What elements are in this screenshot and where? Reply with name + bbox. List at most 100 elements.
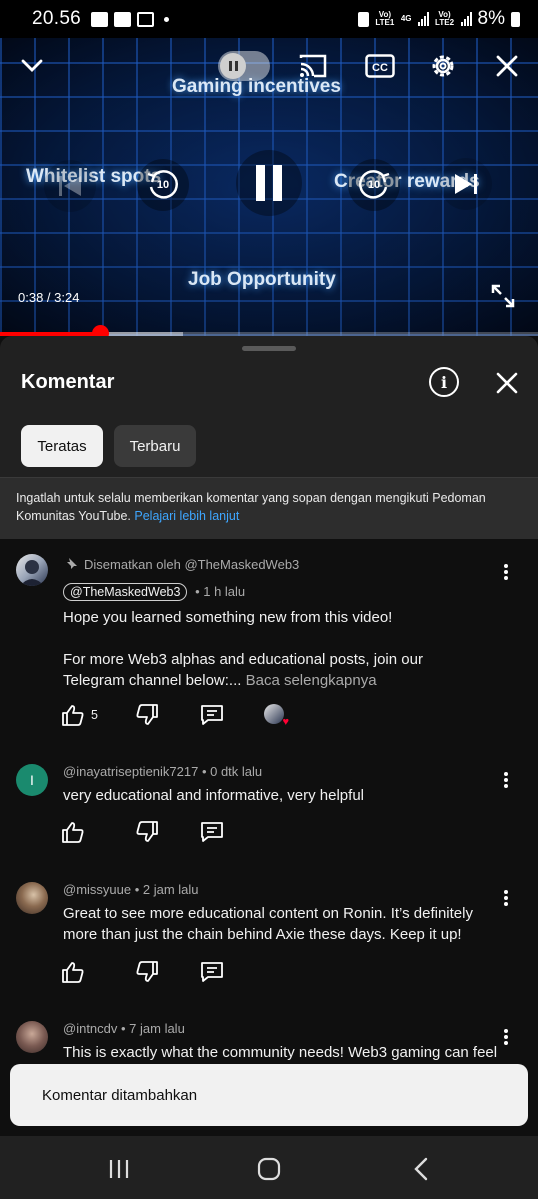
comment-menu-button[interactable]	[498, 770, 514, 790]
seek-forward-button[interactable]: 10	[348, 159, 400, 211]
youtube-icon	[114, 11, 132, 27]
comment-meta: @intncdv • 7 jam lalu	[63, 1021, 185, 1036]
reply-icon	[201, 962, 223, 982]
fullscreen-icon	[491, 284, 515, 308]
next-button[interactable]	[440, 158, 492, 210]
like-button[interactable]: 5	[61, 704, 98, 726]
data-saver-icon	[357, 11, 369, 27]
avatar[interactable]	[16, 1021, 48, 1053]
back-button[interactable]	[406, 1154, 436, 1184]
reply-icon	[201, 822, 223, 842]
thumbs-up-icon	[62, 962, 84, 983]
tab-newest[interactable]: Terbaru	[114, 425, 196, 467]
fullscreen-button[interactable]	[489, 282, 517, 310]
pin-icon	[67, 558, 77, 569]
closed-captions-icon: CC	[365, 54, 395, 78]
comment-menu-button[interactable]	[498, 1027, 514, 1047]
community-guidelines-notice: Ingatlah untuk selalu memberikan komenta…	[0, 478, 538, 539]
drag-handle[interactable]	[242, 346, 296, 351]
video-player[interactable]: Gaming incentives Whitelist spots Creato…	[0, 38, 538, 336]
sim1-label: Vo) LTE1	[375, 10, 395, 27]
settings-button[interactable]	[428, 51, 458, 81]
recent-apps-button[interactable]	[104, 1154, 134, 1184]
pause-toggle-icon	[220, 53, 246, 79]
like-button[interactable]	[61, 961, 85, 983]
minimize-button[interactable]	[18, 52, 46, 80]
capcut-icon	[137, 11, 155, 27]
home-icon	[257, 1157, 281, 1181]
cast-button[interactable]	[296, 50, 330, 82]
comment-text-line: Hope you learned something new from this…	[63, 609, 393, 626]
comment-text-line: For more Web3 alphas and educational pos…	[63, 649, 483, 691]
learn-more-link[interactable]: Pelajari lebih lanjut	[134, 509, 239, 523]
close-player-button[interactable]	[494, 53, 520, 79]
comment-text: This is exactly what the community needs…	[63, 1044, 498, 1061]
tab-top-comments[interactable]: Teratas	[21, 425, 103, 467]
creator-heart-badge: ♥	[264, 704, 289, 728]
comments-list: Disematkan oleh @TheMaskedWeb3 @TheMaske…	[0, 539, 538, 1144]
comment-item: I @inayatriseptienik7217 • 0 dtk lalu ve…	[0, 754, 538, 864]
autoplay-toggle[interactable]	[218, 51, 270, 81]
comment-menu-button[interactable]	[498, 888, 514, 908]
play-pause-button[interactable]	[236, 150, 302, 216]
pause-icon	[256, 165, 282, 201]
cast-icon	[299, 54, 327, 78]
status-time: 20.56	[32, 8, 82, 29]
more-notifications-icon	[164, 16, 170, 22]
sheet-title: Komentar	[21, 371, 115, 393]
signal-icon	[417, 12, 429, 26]
avatar[interactable]	[16, 554, 48, 586]
seek-forward-seconds: 10	[367, 179, 381, 191]
seek-back-seconds: 10	[156, 179, 170, 191]
thumbs-up-icon	[62, 705, 84, 726]
gallery-icon	[91, 11, 109, 27]
like-count: 5	[91, 708, 98, 722]
comment-text: Great to see more educational content on…	[63, 905, 473, 943]
close-icon	[496, 372, 518, 394]
battery-percent: 8%	[477, 8, 505, 29]
close-sheet-button[interactable]	[495, 371, 519, 395]
comment-meta: @inayatriseptienik7217 • 0 dtk lalu	[63, 764, 263, 779]
avatar[interactable]	[16, 882, 48, 914]
video-label-bottom: Job Opportunity	[188, 269, 336, 290]
thumbs-up-icon	[62, 822, 84, 843]
chevron-down-icon	[21, 59, 43, 72]
reply-button[interactable]	[200, 704, 224, 726]
pinned-label: Disematkan oleh @TheMaskedWeb3	[84, 557, 300, 572]
dislike-button[interactable]	[135, 821, 159, 843]
skip-previous-icon	[59, 176, 81, 196]
toast-text: Komentar ditambahkan	[42, 1086, 198, 1104]
comment-meta: @missyuue • 2 jam lalu	[63, 882, 199, 897]
author-handle[interactable]: @TheMaskedWeb3	[63, 583, 188, 601]
thumbs-down-icon	[136, 821, 158, 842]
read-more-link[interactable]: Baca selengkapnya	[246, 672, 377, 689]
reply-icon	[201, 705, 223, 725]
comment-time: • 1 h lalu	[195, 584, 246, 599]
seek-back-button[interactable]: 10	[137, 159, 189, 211]
thumbs-down-icon	[136, 961, 158, 982]
guideline-text: Ingatlah untuk selalu memberikan komenta…	[16, 491, 486, 523]
signal-icon-2	[460, 12, 472, 26]
status-bar: 20.56 Vo) LTE1 4G Vo) LTE2 8%	[0, 0, 538, 38]
like-button[interactable]	[61, 821, 85, 843]
avatar[interactable]: I	[16, 764, 48, 796]
reply-button[interactable]	[200, 821, 224, 843]
reply-button[interactable]	[200, 961, 224, 983]
comment-menu-button[interactable]	[498, 562, 514, 582]
network-type-label: 4G	[400, 14, 412, 23]
home-button[interactable]	[254, 1154, 284, 1184]
masked-avatar-icon	[20, 560, 44, 586]
dislike-button[interactable]	[135, 961, 159, 983]
previous-button[interactable]	[44, 160, 96, 212]
avatar-letter: I	[30, 772, 34, 788]
comment-item: Disematkan oleh @TheMaskedWeb3 @TheMaske…	[0, 539, 538, 744]
system-nav-bar	[0, 1136, 538, 1199]
video-timecode: 0:38 / 3:24	[18, 290, 80, 305]
captions-button[interactable]: CC	[364, 52, 396, 80]
info-button[interactable]: i	[429, 367, 459, 397]
sim2-label: Vo) LTE2	[435, 10, 455, 27]
heart-icon: ♥	[282, 716, 289, 728]
dislike-button[interactable]	[135, 704, 159, 726]
battery-charging-icon	[511, 11, 520, 27]
comments-sheet: Komentar i Teratas Terbaru Ingatlah untu…	[0, 336, 538, 1144]
